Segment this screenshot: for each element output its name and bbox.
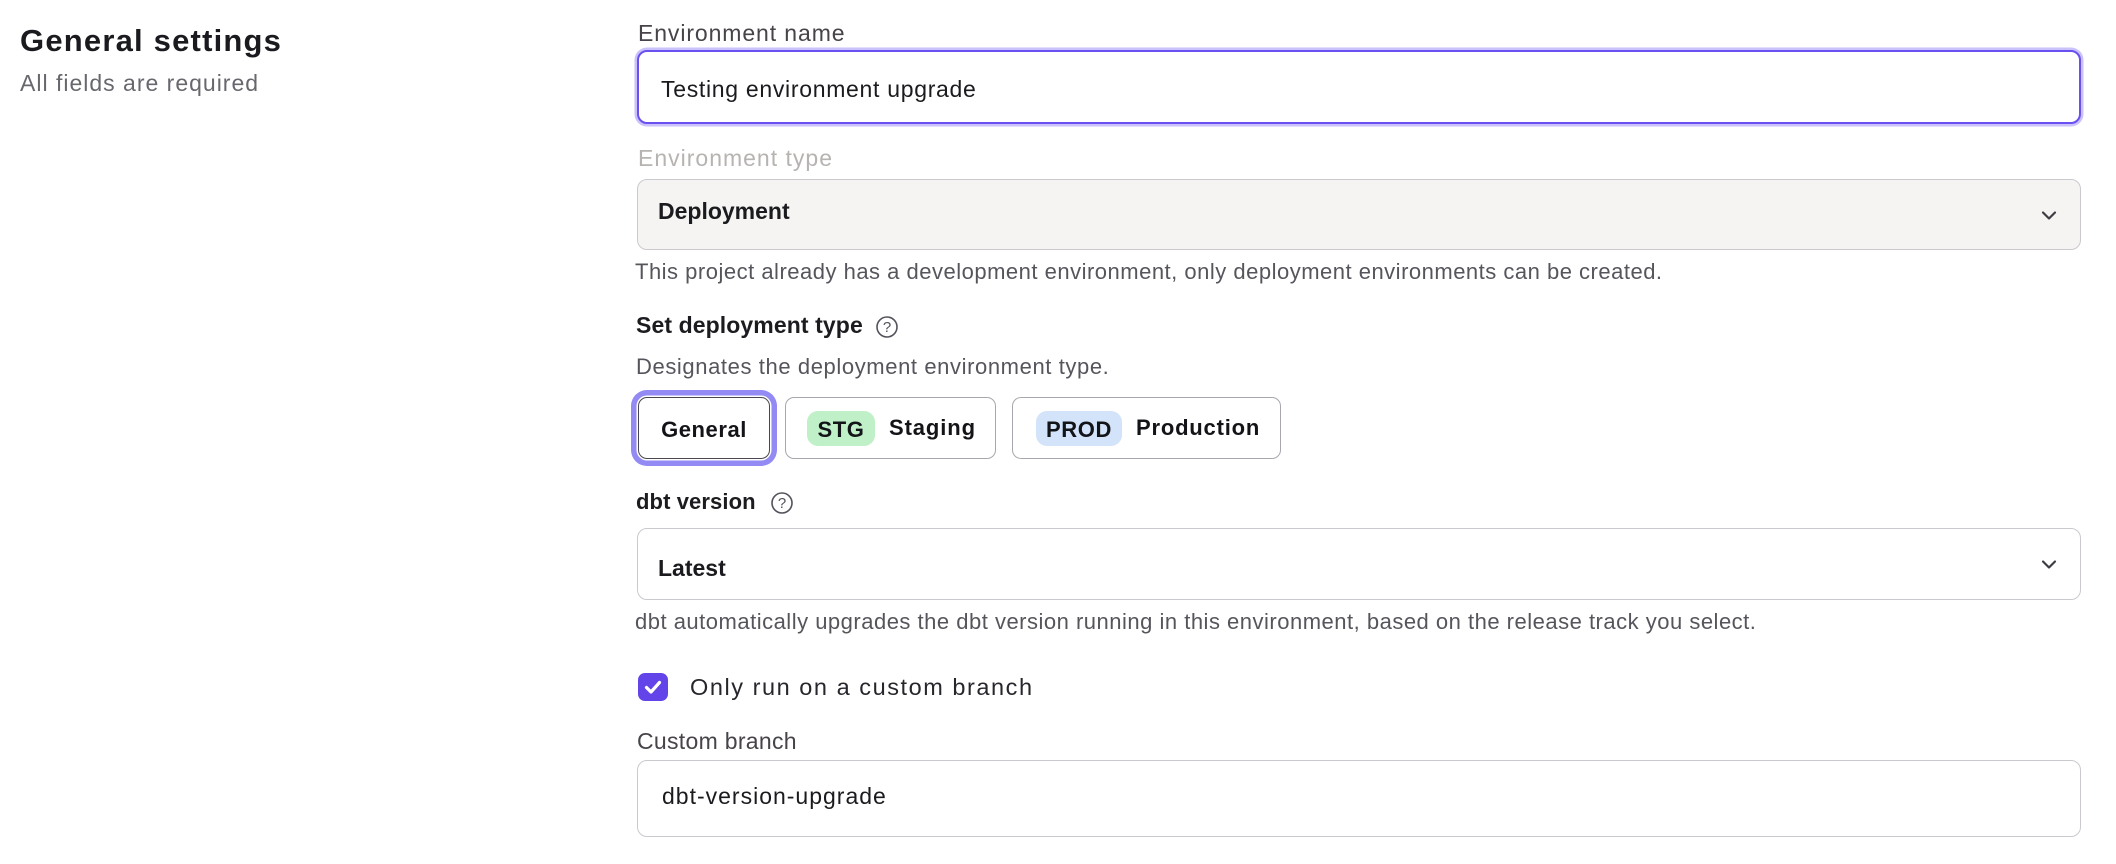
svg-text:?: ? xyxy=(883,319,891,336)
svg-text:?: ? xyxy=(778,495,786,512)
